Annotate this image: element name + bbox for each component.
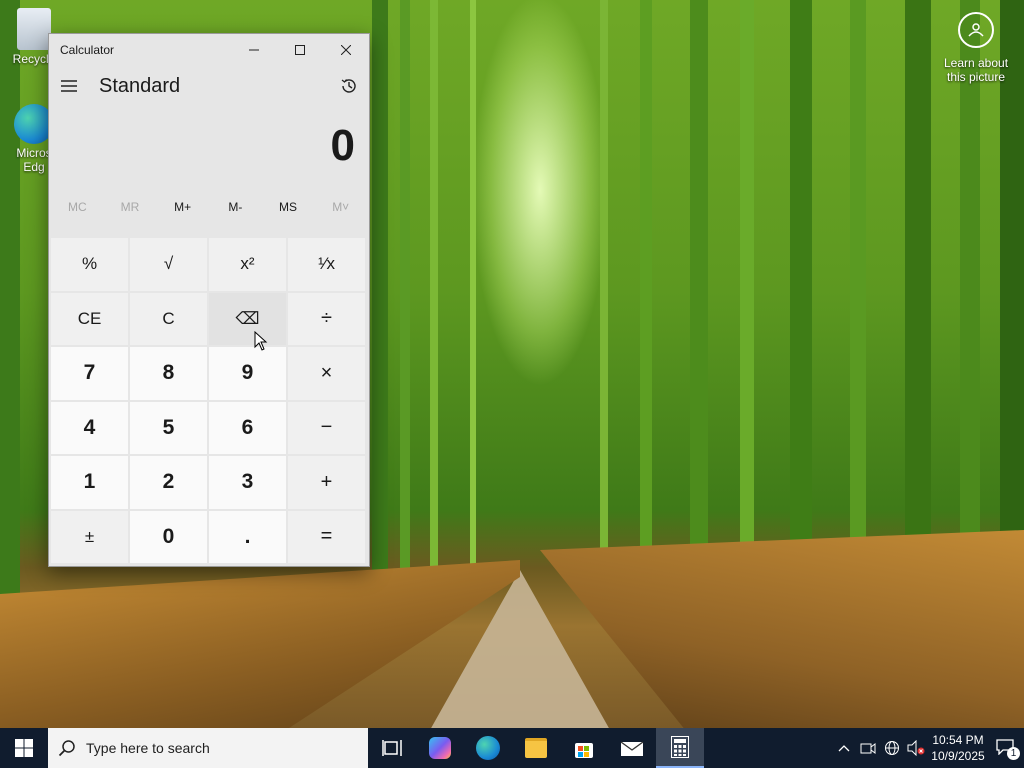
digit-9-button[interactable]: 9 xyxy=(209,347,286,400)
digit-4-button[interactable]: 4 xyxy=(51,401,128,454)
window-title: Calculator xyxy=(60,43,115,57)
maximize-button[interactable] xyxy=(277,34,323,66)
network-button[interactable] xyxy=(880,728,904,768)
mail-icon xyxy=(620,741,644,756)
subtract-button[interactable]: − xyxy=(288,401,365,454)
globe-icon xyxy=(885,741,899,755)
calculator-window: Calculator Standard 0 MC MR M+ M- MS M˅ … xyxy=(48,33,370,567)
learn-about-picture[interactable]: Learn about this picture xyxy=(940,12,1012,84)
square-button[interactable]: x² xyxy=(209,238,286,291)
history-icon xyxy=(341,79,356,93)
digit-0-button[interactable]: 0 xyxy=(130,510,207,563)
notification-center-button[interactable]: 1 xyxy=(988,728,1024,768)
memory-bar: MC MR M+ M- MS M˅ xyxy=(49,192,369,222)
windows-logo-icon xyxy=(15,739,33,757)
close-icon xyxy=(341,45,351,55)
memory-subtract-button[interactable]: M- xyxy=(209,192,262,222)
digit-5-button[interactable]: 5 xyxy=(130,401,207,454)
clear-entry-button[interactable]: CE xyxy=(51,292,128,345)
negate-button[interactable]: ± xyxy=(51,510,128,563)
mouse-cursor-icon xyxy=(254,331,268,351)
memory-clear-button[interactable]: MC xyxy=(51,192,104,222)
chevron-up-icon xyxy=(838,745,850,752)
minimize-button[interactable] xyxy=(231,34,277,66)
learn-about-line1: Learn about xyxy=(943,56,1009,70)
hamburger-icon xyxy=(61,80,77,92)
folder-icon xyxy=(525,738,547,758)
backspace-button[interactable]: ⌫ xyxy=(209,292,286,345)
digit-3-button[interactable]: 3 xyxy=(209,456,286,509)
close-button[interactable] xyxy=(323,34,369,66)
memory-store-button[interactable]: MS xyxy=(262,192,315,222)
recycle-bin-icon xyxy=(17,8,51,50)
digit-1-button[interactable]: 1 xyxy=(51,456,128,509)
system-tray: 10:54 PM 10/9/2025 1 xyxy=(832,728,1024,768)
search-placeholder: Type here to search xyxy=(86,740,210,756)
add-button[interactable]: + xyxy=(288,456,365,509)
mail-button[interactable] xyxy=(608,728,656,768)
edge-taskbar-button[interactable] xyxy=(464,728,512,768)
navigation-menu-button[interactable] xyxy=(49,66,89,106)
memory-recall-button[interactable]: MR xyxy=(104,192,157,222)
maximize-icon xyxy=(295,45,305,55)
calculator-taskbar-button[interactable] xyxy=(656,728,704,768)
camera-icon xyxy=(958,12,994,48)
digit-8-button[interactable]: 8 xyxy=(130,347,207,400)
percent-button[interactable]: % xyxy=(51,238,128,291)
digit-7-button[interactable]: 7 xyxy=(51,347,128,400)
microsoft-store-button[interactable] xyxy=(560,728,608,768)
speaker-muted-icon xyxy=(907,740,925,756)
task-view-icon xyxy=(382,740,402,756)
edge-icon xyxy=(476,736,500,760)
digit-2-button[interactable]: 2 xyxy=(130,456,207,509)
copilot-button[interactable] xyxy=(416,728,464,768)
reciprocal-button[interactable]: ¹⁄x xyxy=(288,238,365,291)
meet-now-button[interactable] xyxy=(856,728,880,768)
clock-time: 10:54 PM xyxy=(932,733,984,747)
search-icon xyxy=(58,740,75,757)
start-button[interactable] xyxy=(0,728,48,768)
calculator-icon xyxy=(671,736,689,758)
divide-button[interactable]: ÷ xyxy=(288,292,365,345)
title-bar[interactable]: Calculator xyxy=(49,34,369,66)
digit-6-button[interactable]: 6 xyxy=(209,401,286,454)
task-view-button[interactable] xyxy=(368,728,416,768)
show-hidden-icons-button[interactable] xyxy=(832,728,856,768)
store-icon xyxy=(575,743,593,758)
video-camera-icon xyxy=(860,743,876,754)
file-explorer-button[interactable] xyxy=(512,728,560,768)
decimal-button[interactable]: . xyxy=(209,510,286,563)
calculator-mode-title: Standard xyxy=(99,74,181,97)
result-display: 0 xyxy=(330,121,355,170)
volume-button[interactable] xyxy=(904,728,928,768)
memory-list-button[interactable]: M˅ xyxy=(314,192,367,222)
taskbar-search-box[interactable]: Type here to search xyxy=(48,728,368,768)
memory-add-button[interactable]: M+ xyxy=(156,192,209,222)
copilot-icon xyxy=(429,737,451,759)
square-root-button[interactable]: √ xyxy=(130,238,207,291)
history-button[interactable] xyxy=(329,66,369,106)
minimize-icon xyxy=(249,49,259,51)
multiply-button[interactable]: × xyxy=(288,347,365,400)
keypad: % √ x² ¹⁄x CE C ⌫ ÷ 7 8 9 × 4 5 6− 1 2 3 + ±0. = xyxy=(51,238,367,563)
notification-count-badge: 1 xyxy=(1007,747,1020,760)
learn-about-line2: this picture xyxy=(946,70,1006,84)
clock-date: 10/9/2025 xyxy=(931,749,985,763)
clear-button[interactable]: C xyxy=(130,292,207,345)
clock[interactable]: 10:54 PM 10/9/2025 xyxy=(928,732,988,764)
taskbar: Type here to search 10:54 PM 10/9/2025 1 xyxy=(0,728,1024,768)
equals-button[interactable]: = xyxy=(288,510,365,563)
